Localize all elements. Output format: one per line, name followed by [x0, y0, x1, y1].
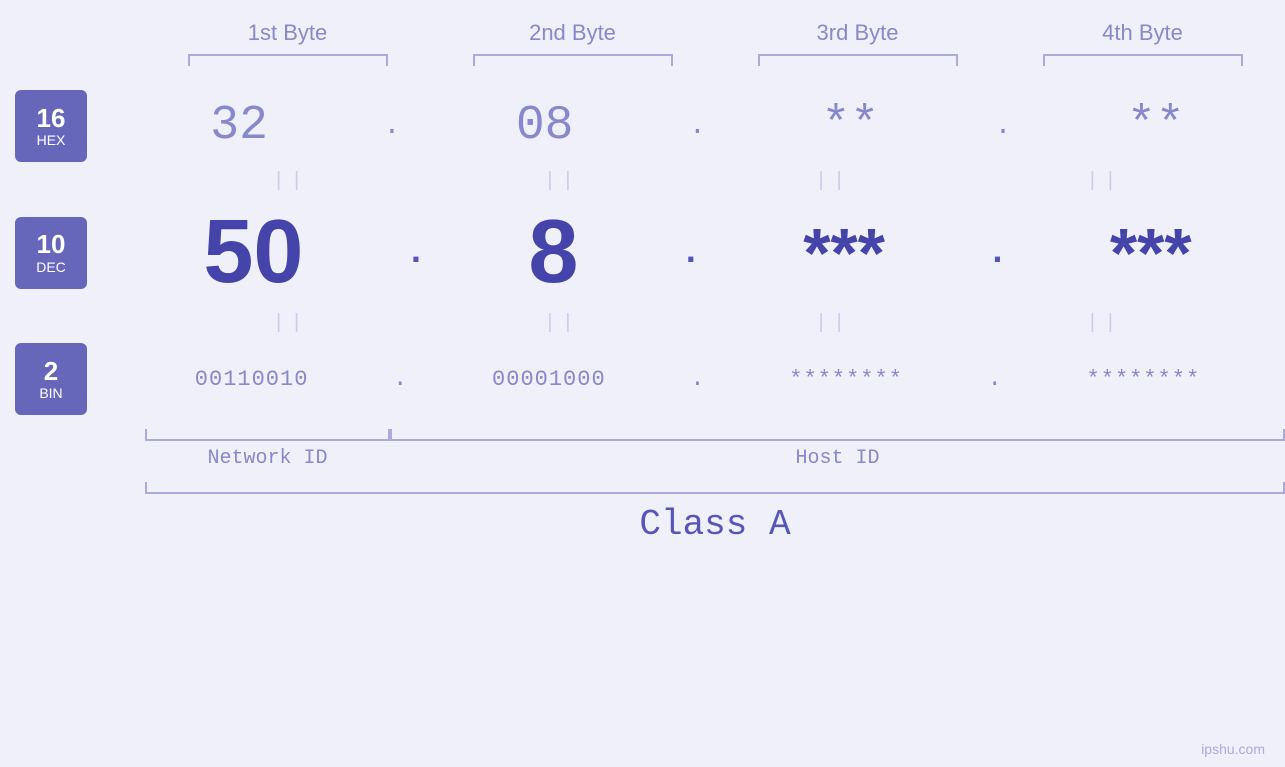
eq1-3: ||: [723, 170, 943, 193]
eq1-1: ||: [181, 170, 401, 193]
byte1-header: 1st Byte: [168, 20, 408, 46]
eq1-4: ||: [994, 170, 1214, 193]
eq2-4: ||: [994, 312, 1214, 335]
hex-row: 16 HEX 32 . 08 . ** . **: [15, 90, 1270, 162]
bin-val2: 00001000: [492, 367, 606, 392]
byte4-header: 4th Byte: [1023, 20, 1263, 46]
eq1-2: ||: [452, 170, 672, 193]
equals-row-2: || || || ||: [15, 310, 1270, 337]
bin-val1: 00110010: [195, 367, 309, 392]
eq2-1: ||: [181, 312, 401, 335]
network-bracket: [145, 429, 390, 441]
bracket-byte3: [758, 54, 958, 66]
bracket-byte4: [1043, 54, 1243, 66]
bracket-byte1: [188, 54, 388, 66]
bin-val3: ********: [789, 367, 903, 392]
hex-val3: **: [821, 99, 879, 153]
hex-badge: 16 HEX: [15, 90, 87, 162]
host-id-label: Host ID: [390, 447, 1285, 470]
dec-val2: 8: [528, 201, 578, 304]
dec-val3: ***: [803, 213, 885, 293]
bin-dot3: .: [983, 366, 1007, 393]
id-labels: Network ID Host ID: [145, 447, 1285, 470]
network-id-label: Network ID: [145, 447, 390, 470]
hex-val2: 08: [516, 99, 574, 153]
hex-dot3: .: [990, 111, 1017, 142]
class-label: Class A: [145, 504, 1285, 545]
equals-row-1: || || || ||: [15, 168, 1270, 195]
eq2-3: ||: [723, 312, 943, 335]
bottom-brackets: [145, 429, 1285, 441]
dec-val4: ***: [1110, 213, 1192, 293]
dec-row: 10 DEC 50 . 8 . *** . ***: [15, 201, 1270, 304]
bin-val4: ********: [1087, 367, 1201, 392]
dec-dot2: .: [675, 232, 707, 273]
byte2-header: 2nd Byte: [453, 20, 693, 46]
eq2-2: ||: [452, 312, 672, 335]
dec-dot1: .: [400, 232, 432, 273]
bin-badge: 2 BIN: [15, 343, 87, 415]
main-container: 1st Byte 2nd Byte 3rd Byte 4th Byte 16 H…: [0, 0, 1285, 767]
bin-dot2: .: [685, 366, 709, 393]
dec-dot3: .: [982, 232, 1014, 273]
bin-dot1: .: [388, 366, 412, 393]
hex-val4: **: [1127, 99, 1185, 153]
byte3-header: 3rd Byte: [738, 20, 978, 46]
full-bottom-bracket: [145, 482, 1285, 494]
hex-dot2: .: [684, 111, 711, 142]
bin-row: 2 BIN 00110010 . 00001000 . ******** . *…: [15, 343, 1270, 415]
watermark: ipshu.com: [1201, 741, 1265, 757]
host-bracket: [390, 429, 1285, 441]
dec-badge: 10 DEC: [15, 217, 87, 289]
hex-val1: 32: [210, 99, 268, 153]
bracket-byte2: [473, 54, 673, 66]
dec-val1: 50: [203, 201, 303, 304]
hex-dot1: .: [378, 111, 405, 142]
